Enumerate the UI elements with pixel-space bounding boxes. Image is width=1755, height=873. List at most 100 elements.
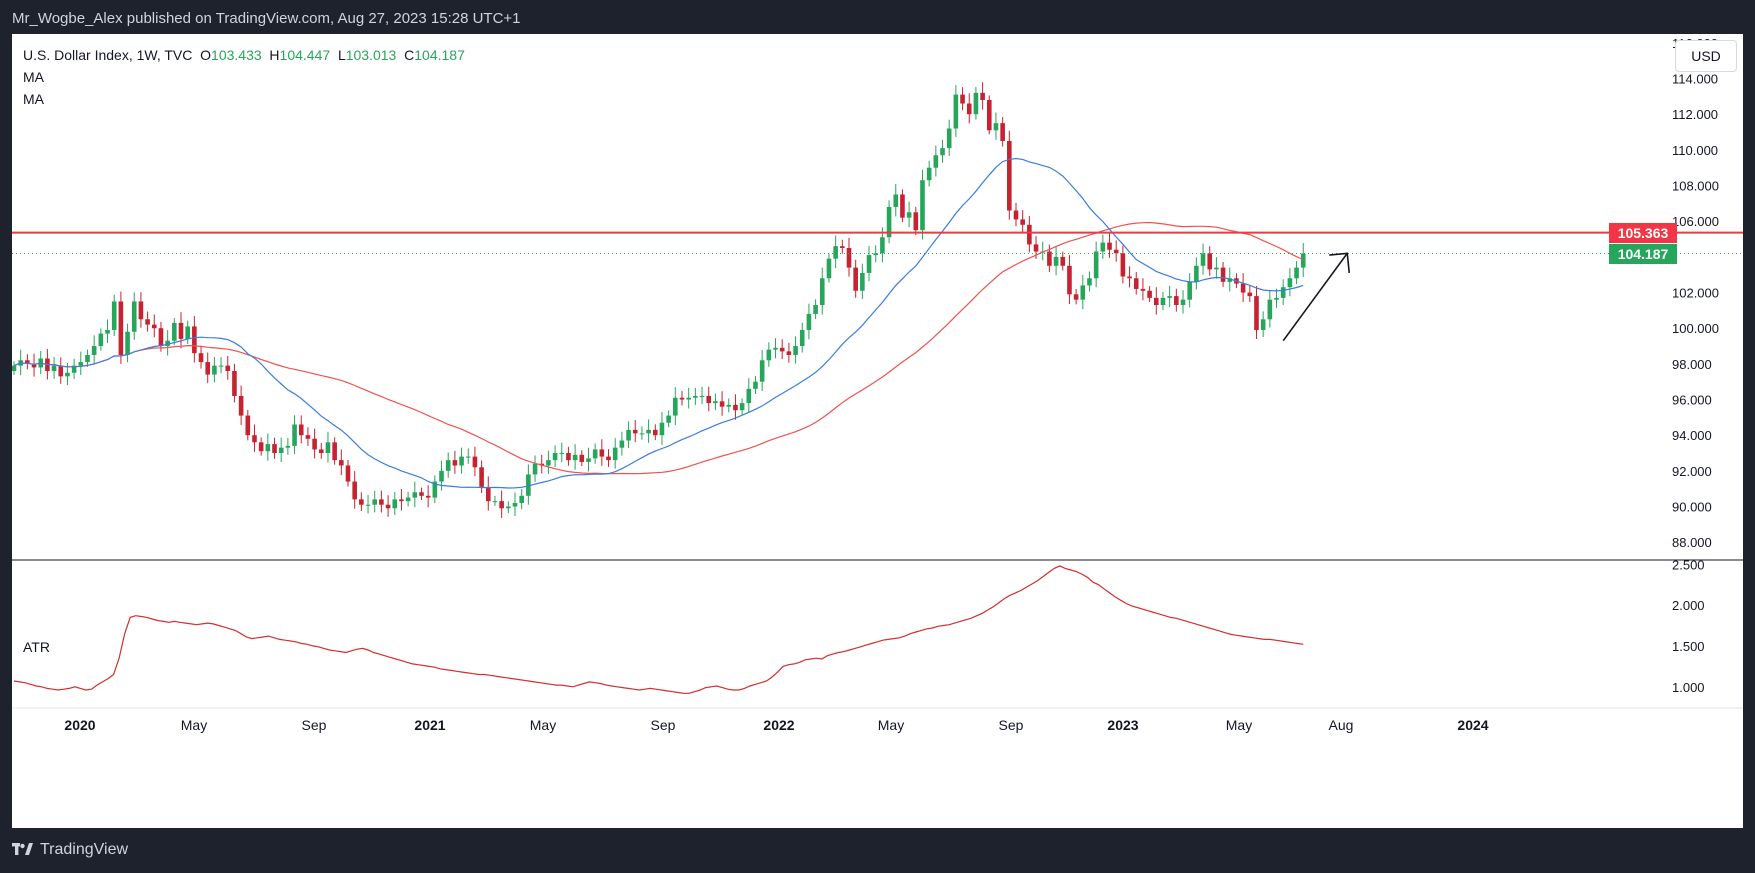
candle-body: [980, 92, 985, 100]
candle-body: [445, 460, 451, 471]
ma-slow-line: [13, 221, 1304, 475]
date-tick-label: Sep: [651, 717, 676, 733]
candle-body: [559, 453, 565, 455]
candle-body: [305, 435, 311, 439]
date-tick-label: Aug: [1329, 717, 1354, 733]
candle-body: [719, 401, 725, 407]
candle-body: [606, 456, 611, 461]
chart-frame[interactable]: 116.000114.000112.000110.000108.000106.0…: [12, 34, 1743, 828]
price-tick-label: 88.000: [1672, 535, 1712, 550]
candle-body: [920, 180, 925, 231]
candle-body: [1127, 276, 1132, 279]
candle-body: [1294, 267, 1299, 279]
candle-body: [940, 148, 945, 156]
candle-body: [779, 347, 785, 352]
candle-body: [873, 253, 879, 256]
candle-body: [1047, 251, 1052, 266]
candle-body: [345, 465, 351, 482]
candle-body: [946, 128, 952, 149]
candle-body: [632, 429, 638, 434]
chart-legend: U.S. Dollar Index, 1W, TVC O103.433 H104…: [23, 44, 465, 110]
candle-body: [652, 429, 658, 436]
candle-body: [753, 381, 758, 389]
price-tick-label: 94.000: [1672, 428, 1712, 443]
price-tick-label: 100.000: [1672, 321, 1719, 336]
candle-body: [673, 397, 678, 416]
candle-body: [552, 453, 558, 461]
candles-group: [12, 82, 1306, 518]
chart-canvas[interactable]: 116.000114.000112.000110.000108.000106.0…: [12, 34, 1743, 828]
candle-body: [51, 365, 57, 371]
candle-body: [1153, 297, 1159, 306]
level-price-badge: 105.363: [1609, 222, 1677, 243]
candle-body: [766, 349, 772, 361]
candle-body: [1093, 251, 1099, 279]
price-tick-label: 110.000: [1672, 143, 1718, 158]
candle-body: [332, 442, 337, 461]
candle-body: [405, 497, 411, 502]
candle-body: [1073, 294, 1079, 300]
candle-body: [519, 495, 524, 503]
candle-body: [359, 499, 364, 505]
atr-indicator-label[interactable]: ATR: [23, 639, 50, 655]
candle-body: [365, 504, 371, 506]
tradingview-logo-icon: [12, 843, 33, 855]
price-tick-label: 90.000: [1672, 500, 1712, 515]
price-tick-label: 114.000: [1672, 72, 1718, 87]
candle-body: [592, 449, 598, 459]
candle-body: [459, 456, 464, 466]
candle-body: [619, 440, 625, 448]
candle-body: [352, 481, 357, 500]
candle-body: [512, 502, 518, 507]
candle-body: [419, 492, 424, 496]
candle-body: [986, 99, 992, 131]
candle-body: [813, 305, 818, 314]
candle-body: [1007, 140, 1012, 211]
date-tick-label: May: [181, 717, 207, 733]
date-tick-label: 2021: [414, 717, 445, 733]
candle-body: [465, 456, 471, 458]
candle-body: [1147, 290, 1152, 298]
candle-body: [1267, 299, 1273, 320]
atr-tick-label: 1.000: [1672, 680, 1705, 695]
candle-body: [1174, 296, 1179, 306]
candle-body: [806, 313, 812, 330]
ma-indicator-1[interactable]: MA: [23, 66, 465, 88]
currency-button[interactable]: USD: [1675, 40, 1737, 72]
atr-tick-label: 2.000: [1672, 598, 1705, 613]
candle-body: [572, 454, 578, 461]
candle-body: [506, 506, 511, 509]
candle-body: [192, 326, 197, 354]
candle-body: [586, 458, 591, 462]
candle-body: [626, 429, 631, 441]
price-tick-label: 108.000: [1672, 179, 1719, 194]
candle-body: [1180, 299, 1186, 306]
price-axis: 116.000114.000112.000110.000108.000106.0…: [1672, 36, 1719, 550]
ohlc-row: U.S. Dollar Index, 1W, TVC O103.433 H104…: [23, 44, 465, 66]
date-tick-label: 2024: [1457, 717, 1488, 733]
candle-body: [679, 397, 685, 400]
tradingview-logo[interactable]: TradingView: [12, 841, 128, 859]
ma-fast-line: [13, 157, 1304, 489]
candle-body: [699, 395, 705, 397]
candle-body: [439, 470, 444, 482]
candle-body: [532, 463, 538, 475]
candle-body: [325, 442, 331, 454]
candle-body: [1254, 296, 1259, 330]
candle-body: [392, 499, 398, 509]
candle-body: [1120, 253, 1126, 277]
footer-bar: TradingView: [0, 828, 1755, 873]
price-tick-label: 106.000: [1672, 214, 1719, 229]
symbol-title[interactable]: U.S. Dollar Index, 1W, TVC: [23, 47, 192, 63]
ma-indicator-2[interactable]: MA: [23, 88, 465, 110]
candle-body: [739, 403, 745, 411]
candle-body: [666, 415, 671, 423]
trend-arrow-line: [1282, 252, 1348, 342]
candle-body: [693, 395, 698, 398]
candle-body: [118, 301, 124, 355]
candle-body: [860, 272, 865, 291]
candle-body: [733, 404, 738, 411]
candle-body: [1274, 297, 1279, 300]
candle-body: [1207, 253, 1213, 270]
date-tick-label: May: [878, 717, 904, 733]
